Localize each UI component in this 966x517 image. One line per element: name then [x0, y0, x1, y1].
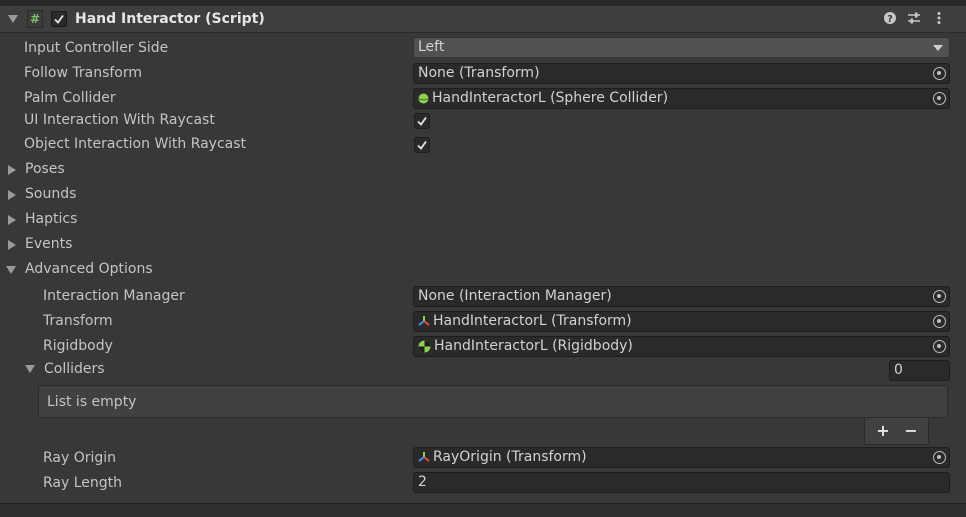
foldout-events[interactable]: Events — [8, 236, 208, 260]
transform-value: HandInteractorL (Transform) — [433, 313, 632, 329]
interaction-manager-field[interactable]: None (Interaction Manager) — [413, 286, 950, 307]
checkmark-icon — [417, 140, 427, 150]
rigidbody-icon — [418, 340, 431, 352]
object-interaction-checkbox[interactable] — [414, 137, 430, 153]
follow-transform-field[interactable]: None (Transform) — [413, 63, 950, 84]
colliders-list: List is empty — [38, 385, 948, 418]
dropdown-arrow-icon — [933, 45, 943, 51]
checkmark-icon — [417, 116, 427, 126]
ray-origin-value: RayOrigin (Transform) — [433, 449, 587, 465]
palm-collider-value: HandInteractorL (Sphere Collider) — [432, 90, 669, 106]
object-picker-icon[interactable] — [933, 290, 946, 303]
component-header[interactable]: # Hand Interactor (Script) ? — [0, 6, 966, 33]
input-controller-side-label: Input Controller Side — [24, 40, 169, 56]
foldout-arrow-icon — [8, 240, 16, 250]
component-foldout-arrow[interactable] — [8, 15, 18, 23]
checkmark-icon — [54, 14, 64, 24]
ui-interaction-checkbox[interactable] — [414, 113, 430, 129]
foldout-poses-label: Poses — [25, 161, 65, 177]
rigidbody-value: HandInteractorL (Rigidbody) — [434, 338, 633, 354]
object-picker-icon[interactable] — [933, 340, 946, 353]
rigidbody-field[interactable]: HandInteractorL (Rigidbody) — [413, 336, 950, 357]
component-title: Hand Interactor (Script) — [75, 11, 265, 27]
transform-field[interactable]: HandInteractorL (Transform) — [413, 311, 950, 332]
script-hash-icon: # — [27, 10, 43, 28]
ui-interaction-label: UI Interaction With Raycast — [24, 112, 215, 128]
ray-length-label: Ray Length — [43, 475, 123, 491]
inspector-bottom-separator — [0, 503, 966, 517]
interaction-manager-label: Interaction Manager — [43, 288, 185, 304]
interaction-manager-value: None (Interaction Manager) — [418, 288, 612, 304]
follow-transform-label: Follow Transform — [24, 65, 143, 81]
object-picker-icon[interactable] — [933, 67, 946, 80]
foldout-sounds-label: Sounds — [25, 186, 77, 202]
palm-collider-label: Palm Collider — [24, 90, 116, 106]
foldout-haptics[interactable]: Haptics — [8, 211, 208, 235]
colliders-count-value: 0 — [894, 362, 903, 378]
foldout-events-label: Events — [25, 236, 73, 252]
foldout-advanced-options-label: Advanced Options — [25, 261, 153, 277]
foldout-arrow-icon — [8, 190, 16, 200]
colliders-count-field[interactable]: 0 — [889, 360, 950, 381]
ray-origin-label: Ray Origin — [43, 450, 117, 466]
colliders-empty-text: List is empty — [47, 394, 137, 410]
object-picker-icon[interactable] — [933, 92, 946, 105]
foldout-arrow-icon — [25, 365, 35, 373]
foldout-haptics-label: Haptics — [25, 211, 78, 227]
transform-label: Transform — [43, 313, 113, 329]
rigidbody-label: Rigidbody — [43, 338, 113, 354]
sphere-collider-icon — [418, 93, 429, 103]
presets-icon[interactable] — [906, 11, 922, 25]
palm-collider-field[interactable]: HandInteractorL (Sphere Collider) — [413, 88, 950, 109]
transform-icon — [418, 316, 430, 326]
kebab-menu-icon[interactable] — [934, 11, 944, 25]
colliders-label: Colliders — [44, 361, 105, 377]
foldout-arrow-icon — [6, 266, 16, 274]
foldout-advanced-options[interactable]: Advanced Options — [6, 261, 226, 286]
svg-text:?: ? — [887, 14, 893, 25]
transform-icon — [418, 452, 430, 462]
foldout-arrow-icon — [8, 215, 16, 225]
input-controller-side-dropdown[interactable]: Left — [413, 37, 950, 58]
colliders-foldout[interactable]: Colliders — [25, 361, 225, 385]
follow-transform-value: None (Transform) — [418, 65, 540, 81]
component-enabled-checkbox[interactable] — [51, 11, 67, 27]
colliders-add-remove-bar: + − — [864, 418, 929, 445]
ray-origin-field[interactable]: RayOrigin (Transform) — [413, 447, 950, 468]
input-controller-side-value: Left — [418, 39, 445, 55]
object-interaction-label: Object Interaction With Raycast — [24, 136, 247, 152]
add-element-button[interactable]: + — [872, 418, 894, 444]
object-picker-icon[interactable] — [933, 451, 946, 464]
help-icon[interactable]: ? — [883, 11, 897, 25]
remove-element-button[interactable]: − — [900, 418, 922, 444]
ray-length-value: 2 — [418, 474, 427, 490]
foldout-poses[interactable]: Poses — [8, 161, 208, 185]
object-picker-icon[interactable] — [933, 315, 946, 328]
foldout-sounds[interactable]: Sounds — [8, 186, 208, 210]
ray-length-field[interactable]: 2 — [413, 472, 950, 493]
foldout-arrow-icon — [8, 165, 16, 175]
